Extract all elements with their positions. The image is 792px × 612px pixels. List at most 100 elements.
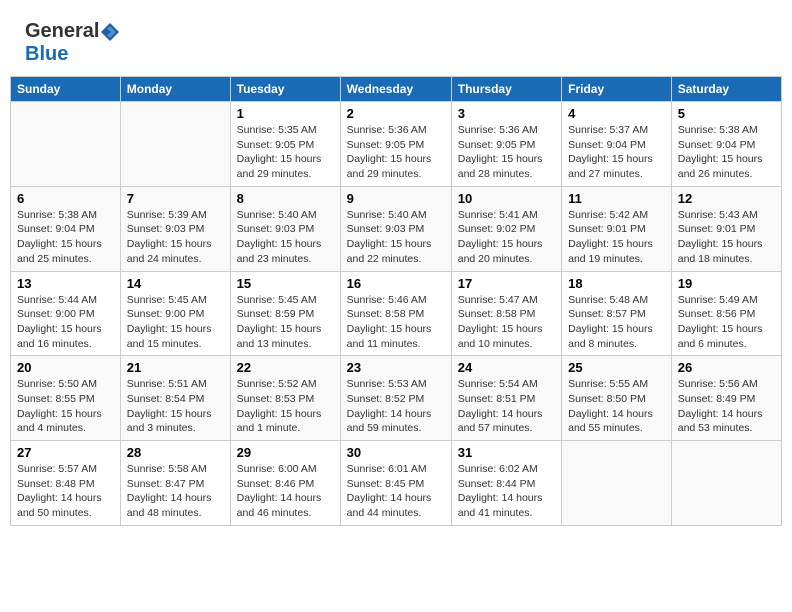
day-info: Sunrise: 5:45 AM Sunset: 8:59 PM Dayligh… — [237, 293, 334, 352]
calendar-cell: 2 Sunrise: 5:36 AM Sunset: 9:05 PM Daylig… — [340, 102, 451, 187]
calendar-week-2: 6 Sunrise: 5:38 AM Sunset: 9:04 PM Daylig… — [11, 186, 782, 271]
day-number: 26 — [678, 360, 775, 375]
day-number: 10 — [458, 191, 555, 206]
weekday-header-monday: Monday — [120, 77, 230, 102]
day-info: Sunrise: 6:02 AM Sunset: 8:44 PM Dayligh… — [458, 462, 555, 521]
weekday-header-wednesday: Wednesday — [340, 77, 451, 102]
page-header: General Blue — [10, 10, 782, 71]
calendar-cell — [671, 441, 781, 526]
day-info: Sunrise: 5:41 AM Sunset: 9:02 PM Dayligh… — [458, 208, 555, 267]
weekday-header-saturday: Saturday — [671, 77, 781, 102]
day-info: Sunrise: 5:45 AM Sunset: 9:00 PM Dayligh… — [127, 293, 224, 352]
day-info: Sunrise: 5:36 AM Sunset: 9:05 PM Dayligh… — [347, 123, 445, 182]
day-info: Sunrise: 6:01 AM Sunset: 8:45 PM Dayligh… — [347, 462, 445, 521]
day-number: 20 — [17, 360, 114, 375]
calendar-cell: 21Sunrise: 5:51 AM Sunset: 8:54 PM Dayli… — [120, 356, 230, 441]
day-info: Sunrise: 5:48 AM Sunset: 8:57 PM Dayligh… — [568, 293, 665, 352]
day-number: 14 — [127, 276, 224, 291]
day-number: 27 — [17, 445, 114, 460]
day-number: 25 — [568, 360, 665, 375]
day-number: 13 — [17, 276, 114, 291]
day-number: 16 — [347, 276, 445, 291]
calendar-cell: 24Sunrise: 5:54 AM Sunset: 8:51 PM Dayli… — [451, 356, 561, 441]
calendar-body: 1 Sunrise: 5:35 AM Sunset: 9:05 PM Daylig… — [11, 102, 782, 526]
day-number: 21 — [127, 360, 224, 375]
day-info: Sunrise: 5:40 AM Sunset: 9:03 PM Dayligh… — [237, 208, 334, 267]
day-info: Sunrise: 5:53 AM Sunset: 8:52 PM Dayligh… — [347, 377, 445, 436]
calendar-cell: 3Sunrise: 5:36 AM Sunset: 9:05 PM Daylig… — [451, 102, 561, 187]
calendar-cell: 11 Sunrise: 5:42 AM Sunset: 9:01 PM Dayli… — [562, 186, 672, 271]
day-info: Sunrise: 6:00 AM Sunset: 8:46 PM Dayligh… — [237, 462, 334, 521]
day-info: Sunrise: 5:37 AM Sunset: 9:04 PM Dayligh… — [568, 123, 665, 182]
calendar-cell: 14 Sunrise: 5:45 AM Sunset: 9:00 PM Dayli… — [120, 271, 230, 356]
logo-blue-text: Blue — [25, 43, 68, 66]
day-info: Sunrise: 5:49 AM Sunset: 8:56 PM Dayligh… — [678, 293, 775, 352]
calendar-cell — [120, 102, 230, 187]
calendar-cell: 28Sunrise: 5:58 AM Sunset: 8:47 PM Dayli… — [120, 441, 230, 526]
calendar-cell: 1 Sunrise: 5:35 AM Sunset: 9:05 PM Daylig… — [230, 102, 340, 187]
day-number: 7 — [127, 191, 224, 206]
day-info: Sunrise: 5:44 AM Sunset: 9:00 PM Dayligh… — [17, 293, 114, 352]
day-number: 22 — [237, 360, 334, 375]
day-info: Sunrise: 5:55 AM Sunset: 8:50 PM Dayligh… — [568, 377, 665, 436]
calendar-cell: 30 Sunrise: 6:01 AM Sunset: 8:45 PM Dayli… — [340, 441, 451, 526]
day-number: 12 — [678, 191, 775, 206]
calendar-cell: 6 Sunrise: 5:38 AM Sunset: 9:04 PM Daylig… — [11, 186, 121, 271]
calendar-cell: 12Sunrise: 5:43 AM Sunset: 9:01 PM Dayli… — [671, 186, 781, 271]
calendar-cell: 4 Sunrise: 5:37 AM Sunset: 9:04 PM Daylig… — [562, 102, 672, 187]
weekday-header-tuesday: Tuesday — [230, 77, 340, 102]
weekday-header-row: SundayMondayTuesdayWednesdayThursdayFrid… — [11, 77, 782, 102]
day-info: Sunrise: 5:54 AM Sunset: 8:51 PM Dayligh… — [458, 377, 555, 436]
day-number: 17 — [458, 276, 555, 291]
day-number: 31 — [458, 445, 555, 460]
day-number: 4 — [568, 106, 665, 121]
calendar-cell — [11, 102, 121, 187]
calendar-cell: 26Sunrise: 5:56 AM Sunset: 8:49 PM Dayli… — [671, 356, 781, 441]
calendar-cell: 16 Sunrise: 5:46 AM Sunset: 8:58 PM Dayli… — [340, 271, 451, 356]
calendar-week-4: 20 Sunrise: 5:50 AM Sunset: 8:55 PM Dayli… — [11, 356, 782, 441]
day-info: Sunrise: 5:39 AM Sunset: 9:03 PM Dayligh… — [127, 208, 224, 267]
day-number: 15 — [237, 276, 334, 291]
day-info: Sunrise: 5:57 AM Sunset: 8:48 PM Dayligh… — [17, 462, 114, 521]
weekday-header-friday: Friday — [562, 77, 672, 102]
day-info: Sunrise: 5:42 AM Sunset: 9:01 PM Dayligh… — [568, 208, 665, 267]
day-number: 3 — [458, 106, 555, 121]
day-info: Sunrise: 5:38 AM Sunset: 9:04 PM Dayligh… — [678, 123, 775, 182]
calendar-cell: 10 Sunrise: 5:41 AM Sunset: 9:02 PM Dayli… — [451, 186, 561, 271]
calendar-cell: 20 Sunrise: 5:50 AM Sunset: 8:55 PM Dayli… — [11, 356, 121, 441]
day-info: Sunrise: 5:50 AM Sunset: 8:55 PM Dayligh… — [17, 377, 114, 436]
day-number: 9 — [347, 191, 445, 206]
day-number: 30 — [347, 445, 445, 460]
calendar-cell: 9 Sunrise: 5:40 AM Sunset: 9:03 PM Daylig… — [340, 186, 451, 271]
day-number: 2 — [347, 106, 445, 121]
logo-icon — [100, 22, 120, 42]
day-info: Sunrise: 5:38 AM Sunset: 9:04 PM Dayligh… — [17, 208, 114, 267]
day-info: Sunrise: 5:47 AM Sunset: 8:58 PM Dayligh… — [458, 293, 555, 352]
day-info: Sunrise: 5:46 AM Sunset: 8:58 PM Dayligh… — [347, 293, 445, 352]
day-info: Sunrise: 5:35 AM Sunset: 9:05 PM Dayligh… — [237, 123, 334, 182]
day-number: 23 — [347, 360, 445, 375]
calendar-cell: 27 Sunrise: 5:57 AM Sunset: 8:48 PM Dayli… — [11, 441, 121, 526]
calendar-cell: 23 Sunrise: 5:53 AM Sunset: 8:52 PM Dayli… — [340, 356, 451, 441]
calendar-cell: 8Sunrise: 5:40 AM Sunset: 9:03 PM Daylig… — [230, 186, 340, 271]
day-number: 5 — [678, 106, 775, 121]
calendar-cell: 5 Sunrise: 5:38 AM Sunset: 9:04 PM Daylig… — [671, 102, 781, 187]
day-info: Sunrise: 5:52 AM Sunset: 8:53 PM Dayligh… — [237, 377, 334, 436]
day-info: Sunrise: 5:40 AM Sunset: 9:03 PM Dayligh… — [347, 208, 445, 267]
logo-general-text: General — [25, 20, 99, 43]
day-number: 1 — [237, 106, 334, 121]
day-number: 18 — [568, 276, 665, 291]
logo: General Blue — [25, 20, 121, 66]
weekday-header-sunday: Sunday — [11, 77, 121, 102]
day-number: 29 — [237, 445, 334, 460]
day-info: Sunrise: 5:58 AM Sunset: 8:47 PM Dayligh… — [127, 462, 224, 521]
day-number: 6 — [17, 191, 114, 206]
calendar-cell: 31 Sunrise: 6:02 AM Sunset: 8:44 PM Dayli… — [451, 441, 561, 526]
calendar-cell: 29 Sunrise: 6:00 AM Sunset: 8:46 PM Dayli… — [230, 441, 340, 526]
calendar-cell — [562, 441, 672, 526]
day-number: 11 — [568, 191, 665, 206]
day-number: 19 — [678, 276, 775, 291]
calendar-week-3: 13 Sunrise: 5:44 AM Sunset: 9:00 PM Dayli… — [11, 271, 782, 356]
calendar-week-1: 1 Sunrise: 5:35 AM Sunset: 9:05 PM Daylig… — [11, 102, 782, 187]
weekday-header-thursday: Thursday — [451, 77, 561, 102]
